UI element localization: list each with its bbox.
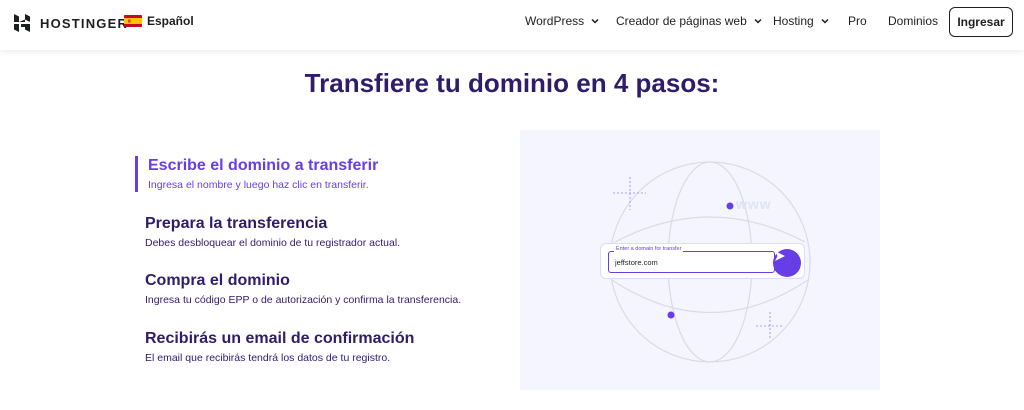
transfer-submit-button[interactable] (773, 249, 801, 277)
globe-dot-icon (726, 202, 734, 210)
top-navbar: HOSTINGER Español WordPress Creador de p… (0, 0, 1024, 50)
brand-logo[interactable]: HOSTINGER (12, 13, 128, 33)
step-description: Debes desbloquear el dominio de tu regis… (145, 237, 401, 249)
step-description: El email que recibirás tendrá los datos … (145, 352, 391, 364)
chevron-down-icon (591, 18, 599, 24)
nav-item-domains[interactable]: Dominios (888, 14, 938, 28)
chevron-down-icon (754, 18, 762, 24)
nav-item-label: Creador de páginas web (616, 14, 747, 28)
step-item-2[interactable]: Prepara la transferencia Debes desbloque… (135, 214, 515, 250)
step-title: Recibirás un email de confirmación (145, 330, 415, 347)
step-title: Escribe el dominio a transferir (148, 157, 379, 174)
nav-item-label: WordPress (525, 14, 585, 28)
step-title: Prepara la transferencia (145, 215, 328, 232)
nav-item-label: Dominios (888, 14, 939, 28)
globe-dot-icon (667, 311, 675, 319)
language-label: Español (147, 14, 194, 28)
spain-flag-icon (124, 15, 142, 27)
step-item-1[interactable]: Escribe el dominio a transferir Ingresa … (135, 156, 515, 192)
www-text: www (736, 196, 772, 212)
transfer-illustration: www Enter a domain for transfer jeffstor… (520, 130, 880, 390)
nav-item-pro[interactable]: Pro (848, 14, 867, 28)
language-selector[interactable]: Español (124, 14, 194, 28)
nav-item-label: Hosting (773, 14, 814, 28)
nav-item-hosting[interactable]: Hosting (773, 14, 830, 28)
brand-name: HOSTINGER (40, 15, 129, 31)
domain-input[interactable]: Enter a domain for transfer jeffstore.co… (608, 246, 775, 273)
login-button[interactable]: Ingresar (949, 7, 1013, 37)
domain-input-value: jeffstore.com (615, 258, 658, 267)
send-arrow-icon (775, 251, 785, 261)
step-description: Ingresa tu código EPP o de autorización … (145, 294, 462, 306)
hostinger-logo-icon (14, 14, 30, 32)
step-title: Compra el dominio (145, 272, 290, 289)
chevron-down-icon (821, 18, 829, 24)
nav-item-wordpress[interactable]: WordPress (525, 14, 600, 28)
step-description: Ingresa el nombre y luego haz clic en tr… (148, 179, 369, 191)
domain-transfer-form: Enter a domain for transfer jeffstore.co… (600, 243, 805, 279)
page-title: Transfiere tu dominio en 4 pasos: (304, 68, 720, 98)
nav-item-page-builder[interactable]: Creador de páginas web (616, 14, 763, 28)
domain-input-label: Enter a domain for transfer (614, 246, 684, 252)
nav-item-label: Pro (848, 14, 867, 28)
step-item-3[interactable]: Compra el dominio Ingresa tu código EPP … (135, 271, 515, 307)
step-item-4[interactable]: Recibirás un email de confirmación El em… (135, 329, 515, 365)
